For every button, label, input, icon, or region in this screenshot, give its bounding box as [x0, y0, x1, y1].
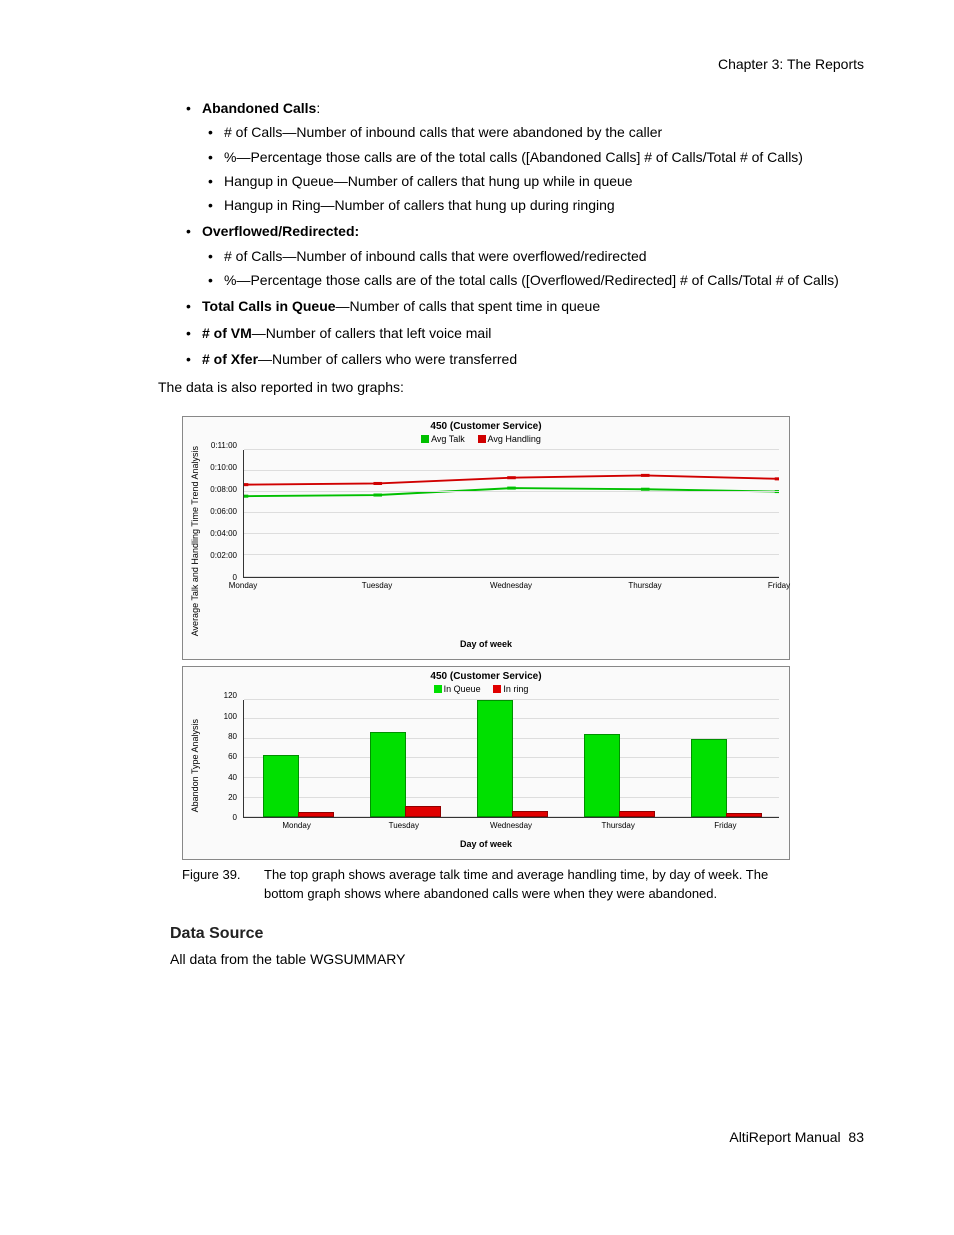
footer-page: 83	[848, 1129, 864, 1145]
overflowed-item-1: %—Percentage those calls are of the tota…	[208, 270, 864, 290]
legend-swatch-avg-talk	[421, 435, 429, 443]
chart2-plot: 020406080100120 MondayTuesdayWednesdayTh…	[203, 696, 783, 836]
abandoned-title: Abandoned Calls	[202, 100, 316, 116]
chart1-title: 450 (Customer Service)	[189, 421, 783, 433]
legend-swatch-avg-handling	[478, 435, 486, 443]
bullet-vm: # of VM—Number of callers that left voic…	[186, 323, 864, 343]
chart2-ylabel: Abandon Type Analysis	[189, 696, 203, 836]
bullet-xfer: # of Xfer—Number of callers who were tra…	[186, 349, 864, 369]
figure-label: Figure 39.	[182, 866, 264, 904]
chart2-xlabel: Day of week	[189, 838, 783, 851]
bullet-overflowed: Overflowed/Redirected: # of Calls—Number…	[186, 221, 864, 290]
figure-area: 450 (Customer Service) Avg Talk Avg Hand…	[182, 416, 790, 904]
figure-caption: Figure 39. The top graph shows average t…	[182, 866, 790, 904]
legend-swatch-in-ring	[493, 685, 501, 693]
abandoned-item-1: %—Percentage those calls are of the tota…	[208, 147, 864, 167]
chart-2: 450 (Customer Service) In Queue In ring …	[182, 666, 790, 860]
data-source-body: All data from the table WGSUMMARY	[170, 949, 864, 969]
abandoned-item-0: # of Calls—Number of inbound calls that …	[208, 122, 864, 142]
overflowed-title: Overflowed/Redirected:	[202, 223, 359, 239]
abandoned-item-2: Hangup in Queue—Number of callers that h…	[208, 171, 864, 191]
bullet-total-queue: Total Calls in Queue—Number of calls tha…	[186, 296, 864, 316]
overflowed-item-0: # of Calls—Number of inbound calls that …	[208, 246, 864, 266]
footer-manual: AltiReport Manual	[729, 1129, 840, 1145]
bullet-abandoned: Abandoned Calls: # of Calls—Number of in…	[186, 98, 864, 215]
chart1-legend: Avg Talk Avg Handling	[189, 434, 783, 446]
page-footer: AltiReport Manual 83	[729, 1129, 864, 1145]
legend-swatch-in-queue	[434, 685, 442, 693]
chart1-xlabel: Day of week	[189, 638, 783, 651]
abandoned-item-3: Hangup in Ring—Number of callers that hu…	[208, 195, 864, 215]
data-source-heading: Data Source	[170, 922, 864, 945]
chart1-plot: 00:02:000:04:000:06:000:08:000:10:000:11…	[203, 446, 783, 596]
chart2-legend: In Queue In ring	[189, 684, 783, 696]
figure-text: The top graph shows average talk time an…	[264, 866, 790, 904]
intro-line: The data is also reported in two graphs:	[158, 377, 864, 397]
chart2-title: 450 (Customer Service)	[189, 671, 783, 683]
chart1-ylabel: Average Talk and Handling Time Trend Ana…	[189, 446, 203, 636]
chapter-header: Chapter 3: The Reports	[90, 56, 864, 72]
chart-1: 450 (Customer Service) Avg Talk Avg Hand…	[182, 416, 790, 660]
body-content: Abandoned Calls: # of Calls—Number of in…	[90, 98, 864, 969]
